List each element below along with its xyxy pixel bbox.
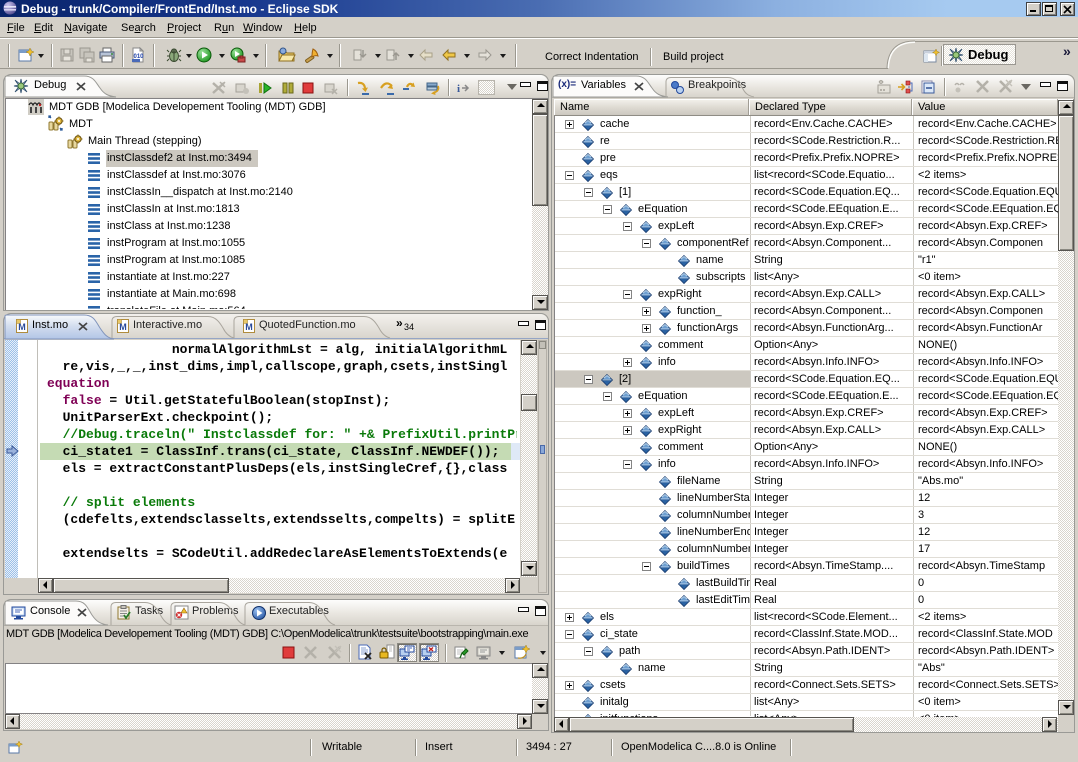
svg-text:M: M	[18, 322, 26, 332]
svg-text:i: i	[457, 83, 460, 95]
